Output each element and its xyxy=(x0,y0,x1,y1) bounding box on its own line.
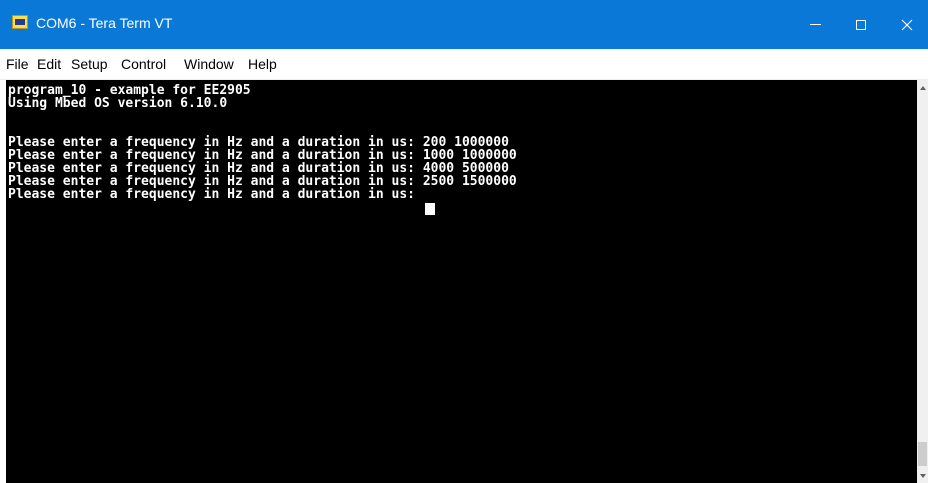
menu-control[interactable]: Control xyxy=(121,55,166,73)
scrollbar-thumb[interactable] xyxy=(918,442,927,466)
maximize-button[interactable] xyxy=(838,0,884,49)
close-icon xyxy=(901,19,913,30)
arrow-down-icon xyxy=(919,473,926,478)
terminal-line: Using Mbed OS version 6.10.0 xyxy=(8,96,228,111)
maximize-icon xyxy=(856,19,866,30)
menu-setup[interactable]: Setup xyxy=(71,55,108,73)
tera-term-icon[interactable] xyxy=(12,15,28,29)
menu-file[interactable]: File xyxy=(6,55,29,73)
menu-edit[interactable]: Edit xyxy=(37,55,61,73)
menu-help[interactable]: Help xyxy=(248,55,277,73)
scroll-down-button[interactable] xyxy=(917,468,928,483)
scroll-up-button[interactable] xyxy=(917,80,928,95)
minimize-icon xyxy=(809,24,821,25)
vertical-scrollbar[interactable] xyxy=(917,80,928,483)
terminal-screen[interactable]: program_10 - example for EE2905 Using Mb… xyxy=(6,80,917,483)
menu-bar: File Edit Setup Control Window Help xyxy=(0,49,928,80)
text-cursor xyxy=(425,203,435,215)
arrow-up-icon xyxy=(919,85,926,90)
minimize-button[interactable] xyxy=(792,0,838,49)
menu-window[interactable]: Window xyxy=(184,55,234,73)
title-bar[interactable]: COM6 - Tera Term VT xyxy=(0,0,928,49)
terminal-line: Please enter a frequency in Hz and a dur… xyxy=(8,187,423,202)
close-button[interactable] xyxy=(884,0,928,49)
window-title: COM6 - Tera Term VT xyxy=(36,15,173,31)
